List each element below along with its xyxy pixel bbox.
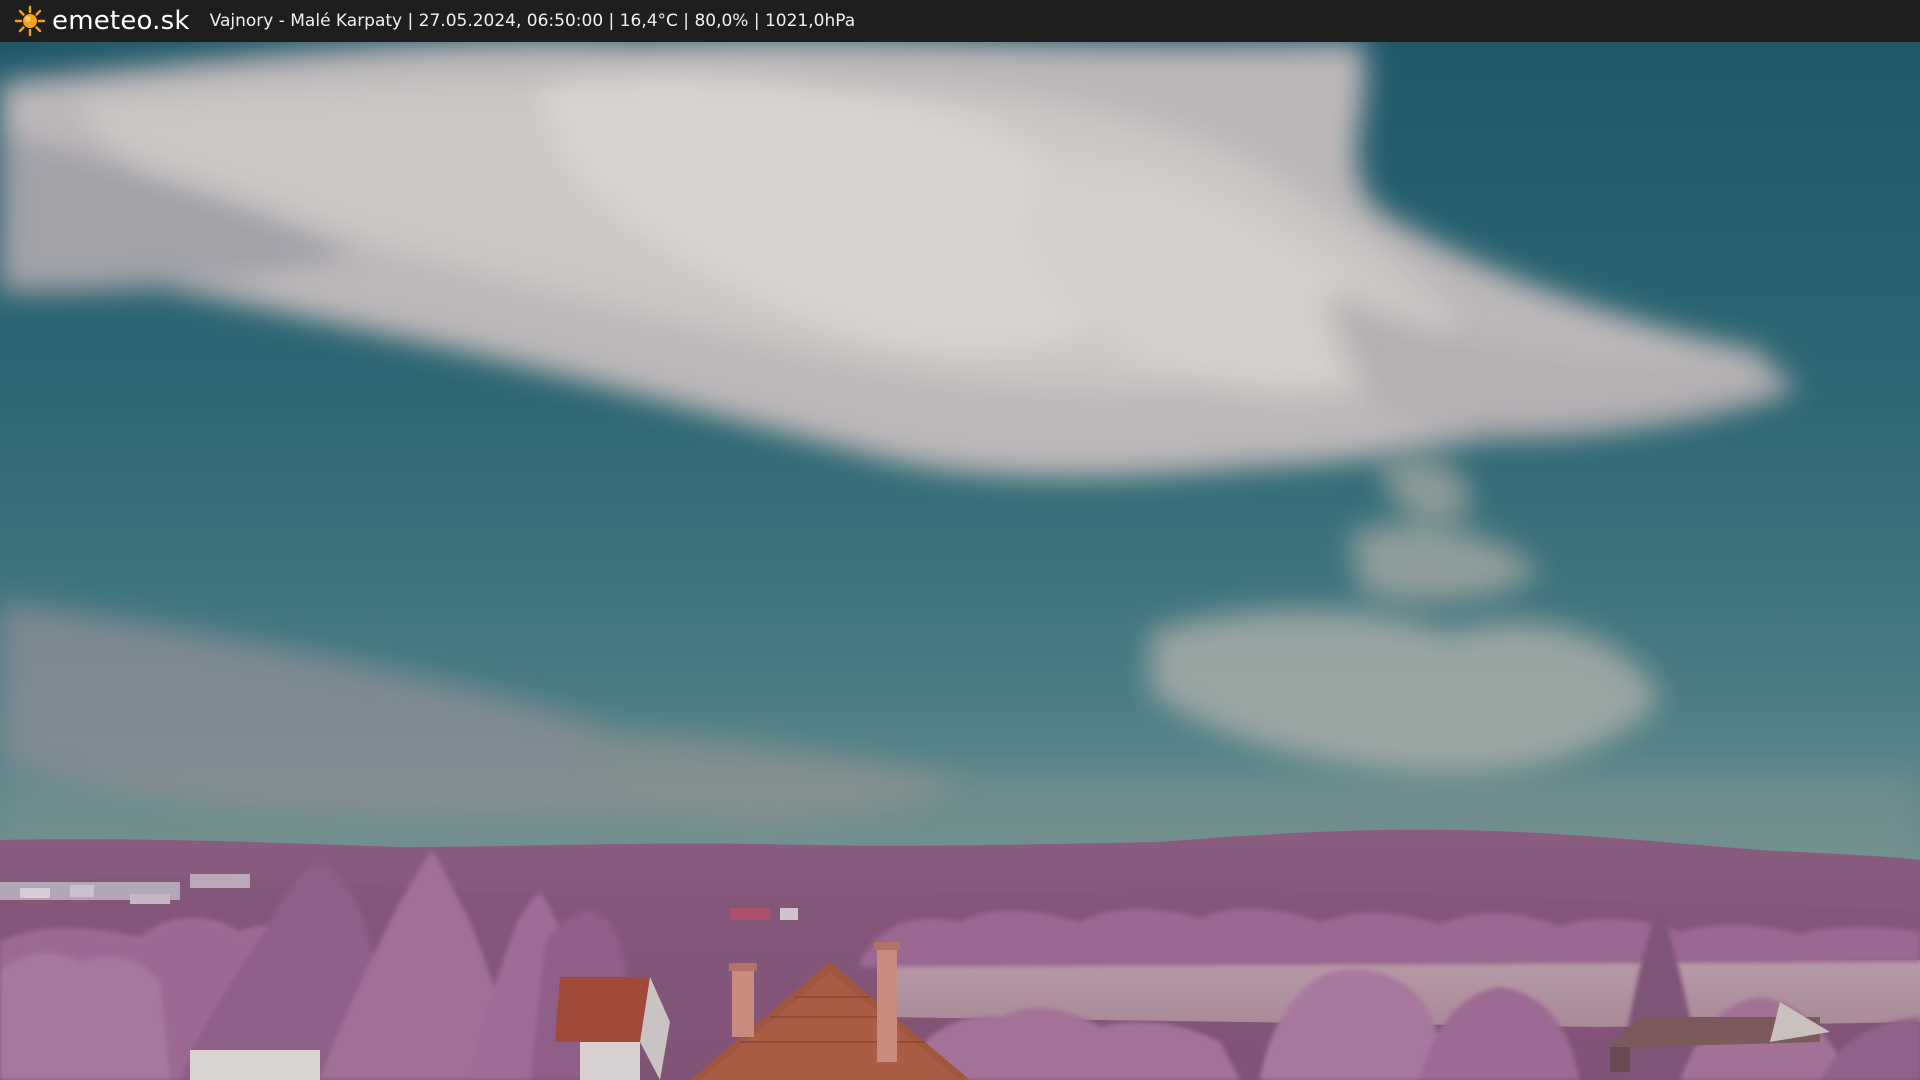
webcam-image bbox=[0, 42, 1920, 1080]
webcam-caption: Vajnory - Malé Karpaty | 27.05.2024, 06:… bbox=[209, 11, 856, 31]
brand-logo[interactable]: emeteo.sk bbox=[14, 5, 190, 37]
sun-icon bbox=[14, 5, 46, 37]
webcam-header-bar: emeteo.sk Vajnory - Malé Karpaty | 27.05… bbox=[0, 0, 1920, 42]
brand-name: emeteo.sk bbox=[52, 6, 190, 36]
